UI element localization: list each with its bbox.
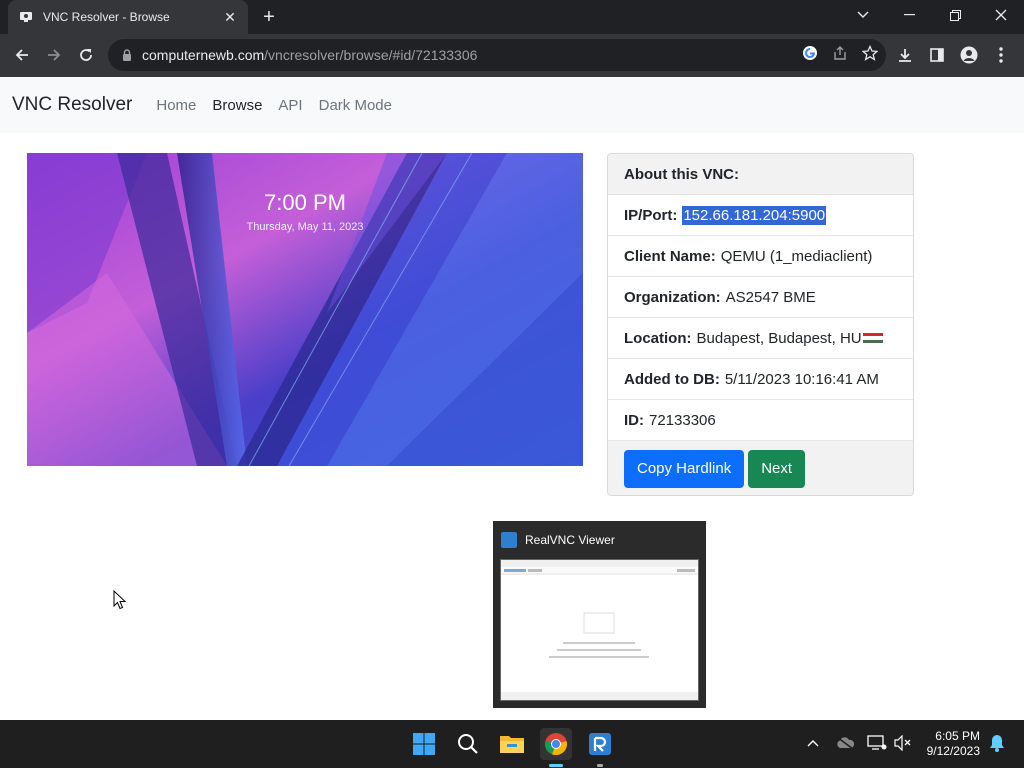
- copy-hardlink-button[interactable]: Copy Hardlink: [624, 449, 745, 488]
- nav-link-api[interactable]: API: [278, 97, 302, 114]
- hungary-flag-icon: [862, 332, 883, 344]
- url-path: /vncresolver/browse/#id/72133306: [264, 47, 478, 63]
- info-value: QEMU (1_mediaclient): [720, 247, 873, 265]
- new-tab-button[interactable]: +: [258, 6, 280, 28]
- vnc-screenshot: 7:00 PM Thursday, May 11, 2023: [27, 153, 583, 466]
- profile-icon[interactable]: [956, 42, 982, 68]
- file-explorer-icon[interactable]: [496, 728, 528, 760]
- menu-kebab-icon[interactable]: [988, 42, 1014, 68]
- info-label: Location:: [624, 329, 692, 347]
- mouse-cursor-icon: [113, 589, 127, 615]
- address-bar[interactable]: computernewb.com/vncresolver/browse/#id/…: [108, 39, 886, 71]
- info-row-id: ID: 72133306: [608, 400, 913, 441]
- search-icon[interactable]: [452, 728, 484, 760]
- info-value: Budapest, Budapest, HU: [696, 329, 862, 347]
- info-value: 72133306: [649, 411, 716, 429]
- thumbnail-title: RealVNC Viewer: [525, 533, 615, 547]
- bookmark-star-icon[interactable]: [861, 44, 879, 66]
- info-row-location: Location: Budapest, Budapest, HU: [608, 318, 913, 359]
- next-button[interactable]: Next: [748, 449, 806, 488]
- chrome-icon[interactable]: [540, 728, 572, 760]
- share-icon[interactable]: [832, 45, 848, 66]
- info-row-client-name: Client Name: QEMU (1_mediaclient): [608, 236, 913, 277]
- back-button[interactable]: [9, 42, 35, 68]
- lock-screen-date: Thursday, May 11, 2023: [246, 221, 364, 233]
- vnc-info-card: About this VNC: IP/Port: 152.66.181.204:…: [607, 153, 914, 496]
- close-window-button[interactable]: [978, 0, 1024, 30]
- start-windows-icon[interactable]: [408, 728, 440, 760]
- reload-button[interactable]: [73, 42, 99, 68]
- lock-icon[interactable]: [120, 48, 134, 62]
- tab-close-icon[interactable]: ✕: [222, 9, 238, 26]
- info-row-organization: Organization: AS2547 BME: [608, 277, 913, 318]
- card-header: About this VNC:: [608, 154, 913, 195]
- site-navbar: VNC Resolver Home Browse API Dark Mode: [0, 77, 1024, 133]
- browser-toolbar: computernewb.com/vncresolver/browse/#id/…: [0, 34, 1024, 77]
- info-label: Added to DB:: [624, 370, 720, 388]
- url-host: computernewb.com: [142, 47, 265, 63]
- tab-search-icon[interactable]: [840, 0, 886, 30]
- brand-link[interactable]: VNC Resolver: [12, 94, 132, 116]
- clock-date: 9/12/2023: [926, 744, 980, 758]
- browser-tab-bar: VNC Resolver - Browse ✕ +: [0, 0, 1024, 34]
- site-favicon-icon: [18, 9, 34, 25]
- browser-tab[interactable]: VNC Resolver - Browse ✕: [8, 0, 248, 34]
- taskbar-thumbnail-preview[interactable]: RealVNC Viewer: [493, 521, 706, 708]
- info-label: Client Name:: [624, 247, 716, 265]
- realvnc-icon: [501, 532, 517, 548]
- info-value: AS2547 BME: [725, 288, 816, 306]
- realvnc-running-indicator: [597, 764, 603, 767]
- info-row-ip-port: IP/Port: 152.66.181.204:5900: [608, 195, 913, 236]
- chrome-active-indicator: [549, 764, 563, 767]
- download-icon[interactable]: [892, 42, 918, 68]
- google-icon[interactable]: [802, 45, 818, 66]
- notification-bell-icon[interactable]: [986, 732, 1008, 754]
- info-label: IP/Port:: [624, 206, 678, 224]
- minimize-button[interactable]: [886, 0, 932, 30]
- nav-link-home[interactable]: Home: [156, 97, 196, 114]
- info-label: Organization:: [624, 288, 721, 306]
- ip-port-value[interactable]: 152.66.181.204:5900: [682, 205, 827, 225]
- forward-button[interactable]: [41, 42, 67, 68]
- onedrive-cloud-icon[interactable]: [834, 732, 856, 754]
- windows-taskbar: 6:05 PM 9/12/2023: [0, 720, 1024, 768]
- system-clock[interactable]: 6:05 PM 9/12/2023: [927, 729, 980, 759]
- clock-time: 6:05 PM: [935, 729, 980, 743]
- nav-link-dark-mode[interactable]: Dark Mode: [319, 97, 392, 114]
- thumbnail-window-preview[interactable]: [500, 559, 699, 701]
- nav-link-browse[interactable]: Browse: [212, 97, 262, 114]
- info-value: 5/11/2023 10:16:41 AM: [724, 370, 879, 388]
- network-icon[interactable]: [866, 732, 888, 754]
- lock-screen-time: 7:00 PM: [264, 190, 346, 215]
- side-panel-icon[interactable]: [924, 42, 950, 68]
- chevron-up-icon[interactable]: [802, 732, 824, 754]
- realvnc-taskbar-icon[interactable]: [584, 728, 616, 760]
- info-label: ID:: [624, 411, 644, 429]
- volume-muted-icon[interactable]: [892, 732, 914, 754]
- tab-title: VNC Resolver - Browse: [43, 10, 170, 24]
- info-row-added-to-db: Added to DB: 5/11/2023 10:16:41 AM: [608, 359, 913, 400]
- restore-button[interactable]: [932, 0, 978, 30]
- card-footer: Copy Hardlink Next: [608, 441, 913, 495]
